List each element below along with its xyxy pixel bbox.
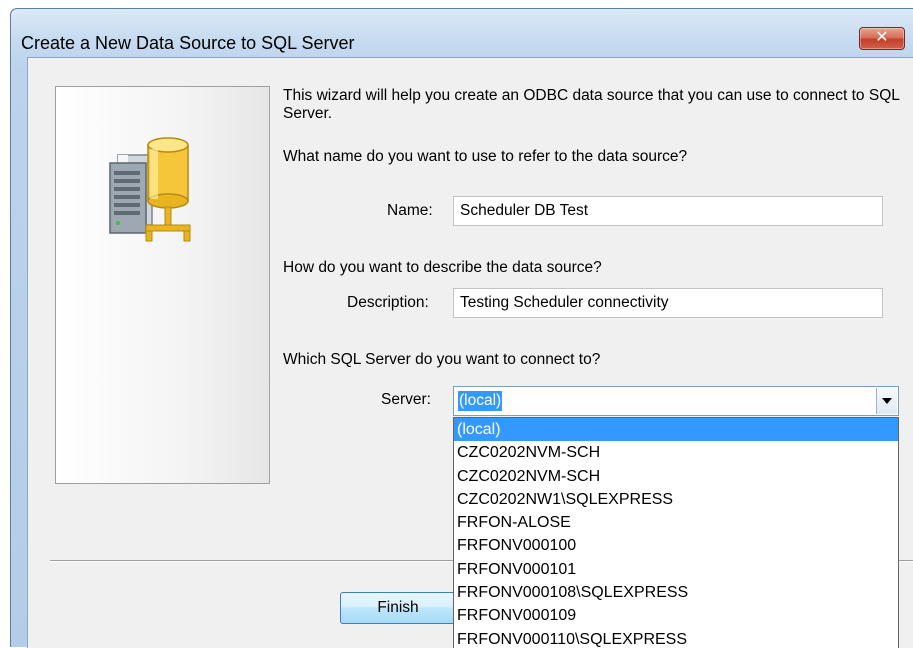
intro-text: This wizard will help you create an ODBC… xyxy=(283,87,900,122)
name-label: Name: xyxy=(387,202,433,219)
description-field[interactable]: Testing Scheduler connectivity xyxy=(453,288,883,318)
server-combobox[interactable]: (local) xyxy=(453,386,899,416)
chevron-down-icon[interactable] xyxy=(876,388,897,414)
dropdown-option[interactable]: FRFON-ALOSE xyxy=(454,511,898,534)
server-label: Server: xyxy=(381,391,431,408)
server-question: Which SQL Server do you want to connect … xyxy=(283,351,601,368)
dropdown-option[interactable]: FRFONV000108\SQLEXPRESS xyxy=(454,581,898,604)
title-bar[interactable]: Create a New Data Source to SQL Server ✕ xyxy=(11,9,913,57)
close-button[interactable]: ✕ xyxy=(859,27,905,50)
description-question: How do you want to describe the data sou… xyxy=(283,259,602,276)
dropdown-option[interactable]: CZC0202NW1\SQLEXPRESS xyxy=(454,488,898,511)
dropdown-option[interactable]: CZC0202NVM-SCH xyxy=(454,465,898,488)
dialog-client-area: This wizard will help you create an ODBC… xyxy=(27,57,913,648)
close-icon: ✕ xyxy=(875,27,889,46)
name-question: What name do you want to use to refer to… xyxy=(283,148,688,165)
server-combobox-value: (local) xyxy=(458,391,503,411)
dropdown-option[interactable]: FRFONV000109 xyxy=(454,604,898,627)
wizard-image-panel xyxy=(55,86,270,484)
dropdown-option[interactable]: FRFONV000110\SQLEXPRESS xyxy=(454,628,898,648)
dropdown-option[interactable]: (local) xyxy=(454,418,898,442)
database-server-icon xyxy=(109,137,191,242)
dropdown-option[interactable]: CZC0202NVM-SCH xyxy=(454,441,898,464)
server-dropdown-list[interactable]: (local) CZC0202NVM-SCH CZC0202NVM-SCH CZ… xyxy=(453,417,899,648)
finish-button[interactable]: Finish xyxy=(340,592,456,624)
dialog-window: Create a New Data Source to SQL Server ✕ xyxy=(10,8,913,648)
window-title: Create a New Data Source to SQL Server xyxy=(21,33,355,53)
name-field[interactable]: Scheduler DB Test xyxy=(453,196,883,226)
dropdown-option[interactable]: FRFONV000101 xyxy=(454,558,898,581)
description-label: Description: xyxy=(347,294,429,311)
dropdown-option[interactable]: FRFONV000100 xyxy=(454,534,898,557)
